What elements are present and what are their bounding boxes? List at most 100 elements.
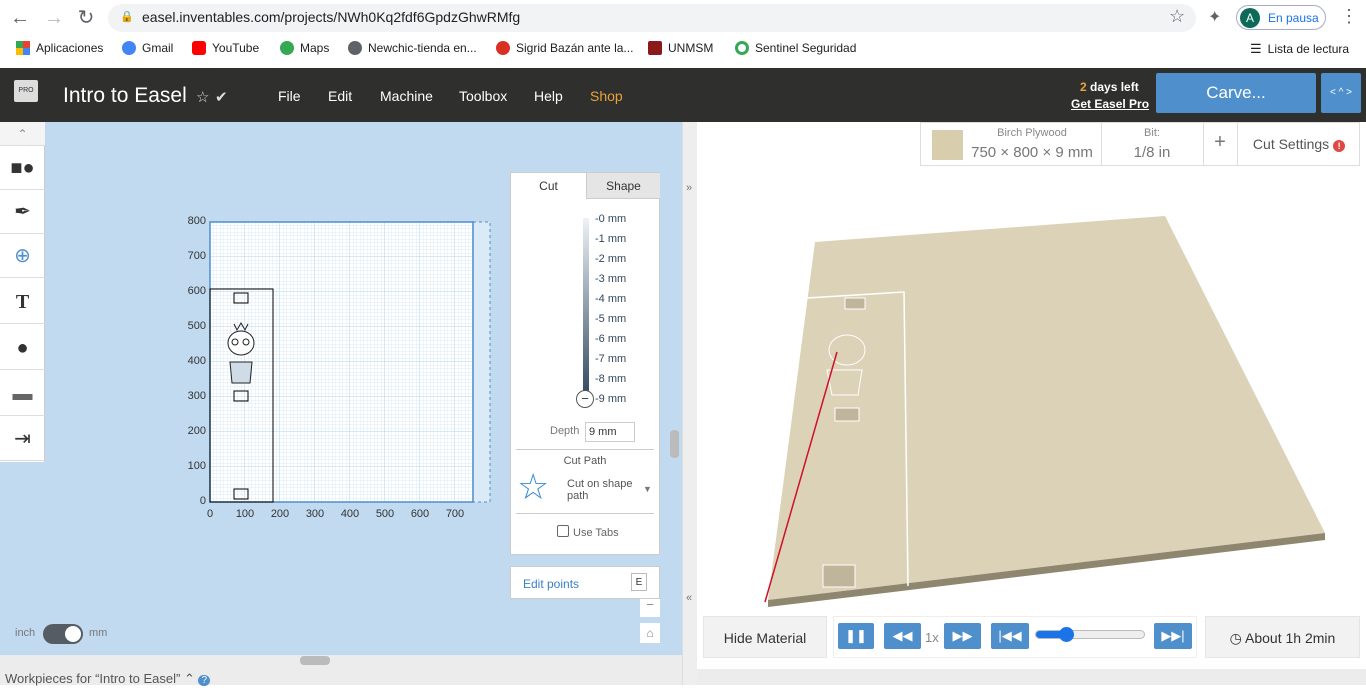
bookmark-label: Sigrid Bazán ante la...	[516, 41, 634, 55]
bookmark-label: Sentinel Seguridad	[755, 41, 857, 55]
lock-icon: 🔒	[120, 11, 134, 23]
depth-mark-label: -2 mm	[595, 253, 627, 265]
reading-list-label: Lista de lectura	[1267, 42, 1350, 56]
pen-tool-icon[interactable]: ✒	[0, 190, 45, 234]
shortcut-key: E	[631, 573, 647, 591]
y-tick-label: 600	[187, 285, 206, 297]
menu-edit[interactable]: Edit	[328, 88, 352, 104]
use-tabs-checkbox[interactable]	[557, 525, 569, 537]
bookmark-label: Maps	[300, 41, 330, 55]
expand-right-icon: »	[686, 182, 693, 194]
x-tick-label: 300	[305, 508, 325, 520]
x-tick-label: 600	[410, 508, 430, 520]
bookmark-sigrid[interactable]: Sigrid Bazán ante la...	[496, 41, 633, 55]
pause-icon[interactable]: ❚❚	[838, 623, 874, 649]
bookmark-apps[interactable]: Aplicaciones	[16, 41, 103, 55]
bookmark-label: Aplicaciones	[36, 41, 104, 55]
menu-shop[interactable]: Shop	[590, 88, 623, 104]
forward-button[interactable]: →	[42, 6, 66, 30]
reading-list[interactable]: ☰ Lista de lectura	[1250, 41, 1349, 57]
3d-preview[interactable]: Birch Plywood 750 × 800 × 9 mm Bit: 1/8 …	[697, 122, 1366, 685]
profile-status: En pausa	[1268, 10, 1319, 25]
unit-toggle[interactable]	[43, 624, 83, 644]
bookmark-maps[interactable]: Maps	[280, 41, 329, 55]
hide-material-button[interactable]: Hide Material	[703, 616, 827, 658]
skip-end-icon[interactable]: ▶▶|	[1154, 623, 1192, 649]
progress-slider[interactable]	[1035, 627, 1145, 642]
profile-button[interactable]: A En pausa	[1236, 5, 1326, 30]
menu-icon[interactable]: ⋮	[1340, 6, 1358, 27]
skip-start-icon[interactable]: |◀◀	[991, 623, 1029, 649]
shapes-tool-icon[interactable]: ■●	[0, 146, 45, 190]
progress-slider-handle[interactable]	[1059, 627, 1075, 642]
trial-days: 2	[1080, 80, 1087, 94]
horizontal-scrollbar[interactable]	[300, 656, 330, 665]
y-tick-label: 0	[199, 495, 206, 507]
expand-view-icon[interactable]: < ^ >	[1321, 73, 1361, 113]
unmsm-icon	[648, 41, 662, 55]
c-logo-icon	[496, 41, 510, 55]
carve-button[interactable]: Carve...	[1156, 73, 1316, 113]
depth-slider-handle[interactable]: −	[576, 390, 594, 408]
help-icon[interactable]: ?	[198, 675, 211, 686]
depth-mark-label: -5 mm	[595, 313, 627, 325]
collapse-tools-icon[interactable]: ⌃	[0, 122, 45, 146]
project-title[interactable]: Intro to Easel	[63, 84, 187, 108]
import-icon[interactable]: ⇥	[0, 417, 45, 461]
x-tick-label: 700	[445, 508, 465, 520]
dropdown-arrow-icon[interactable]: ▼	[643, 484, 652, 494]
icons-apple-icon[interactable]: ●	[0, 326, 45, 370]
clock-icon: ◷	[1229, 630, 1242, 646]
expand-up-icon[interactable]: ⌃	[184, 671, 195, 686]
trial-status: 2 days left	[1080, 80, 1139, 94]
vertical-scrollbar[interactable]	[670, 430, 679, 458]
menu-machine[interactable]: Machine	[380, 88, 433, 104]
home-icon[interactable]: ⌂	[640, 623, 660, 643]
browser-chrome: ← → ↻ 🔒 easel.inventables.com/projects/N…	[0, 0, 1366, 68]
use-tabs-label: Use Tabs	[573, 527, 619, 539]
get-pro-link[interactable]: Get Easel Pro	[1071, 97, 1149, 111]
google-icon	[122, 41, 136, 55]
target-tool-icon[interactable]: ⊕	[0, 234, 45, 278]
reload-button[interactable]: ↻	[74, 6, 98, 30]
sentinel-icon	[735, 41, 749, 55]
tab-shape[interactable]: Shape	[586, 173, 660, 199]
menu-help[interactable]: Help	[534, 88, 563, 104]
depth-slider[interactable]	[583, 218, 589, 398]
bookmark-unmsm[interactable]: UNMSM	[648, 41, 713, 55]
depth-mark-label: -7 mm	[595, 353, 627, 365]
easel-pro-logo[interactable]: PRO	[14, 80, 38, 102]
apps-lego-icon[interactable]: ▬	[0, 372, 45, 416]
bookmark-gmail[interactable]: Gmail	[122, 41, 173, 55]
unit-inch-label: inch	[15, 627, 36, 639]
bookmark-newchic[interactable]: Newchic-tienda en...	[348, 41, 477, 55]
workpieces-bar[interactable]: Workpieces for “Intro to Easel” ⌃ ?	[0, 667, 682, 686]
y-tick-label: 700	[187, 250, 206, 262]
bookmark-youtube[interactable]: YouTube	[192, 41, 259, 55]
zoom-out-icon[interactable]: −	[640, 597, 660, 617]
globe-icon	[348, 41, 362, 55]
splitter[interactable]: » «	[682, 122, 697, 685]
bookmark-sentinel[interactable]: Sentinel Seguridad	[735, 41, 856, 55]
depth-input[interactable]: 9 mm	[585, 422, 635, 442]
rewind-icon[interactable]: ◀◀	[884, 623, 921, 649]
depth-mark-label: -1 mm	[595, 233, 627, 245]
cut-path-select[interactable]: Cut on shape path	[567, 478, 637, 502]
x-tick-label: 200	[270, 508, 290, 520]
horizontal-scroll-track	[0, 655, 682, 667]
depth-mark-label: -6 mm	[595, 333, 627, 345]
fast-forward-icon[interactable]: ▶▶	[944, 623, 981, 649]
bookmark-star-icon[interactable]: ☆	[1169, 6, 1185, 27]
extensions-icon[interactable]: ✦	[1208, 7, 1221, 27]
board-3d	[764, 216, 1325, 607]
menu-toolbox[interactable]: Toolbox	[459, 88, 507, 104]
menu-file[interactable]: File	[278, 88, 301, 104]
edit-points-button[interactable]: Edit points E	[510, 566, 660, 599]
url-text[interactable]: easel.inventables.com/projects/NWh0Kq2fd…	[142, 9, 520, 25]
tab-cut[interactable]: Cut	[511, 173, 586, 199]
text-tool-icon[interactable]: T	[0, 280, 45, 324]
bookmark-label: Gmail	[142, 41, 174, 55]
bookmark-label: Newchic-tienda en...	[368, 41, 477, 55]
favorite-star-icon[interactable]: ☆	[196, 88, 209, 106]
back-button[interactable]: ←	[8, 6, 32, 30]
